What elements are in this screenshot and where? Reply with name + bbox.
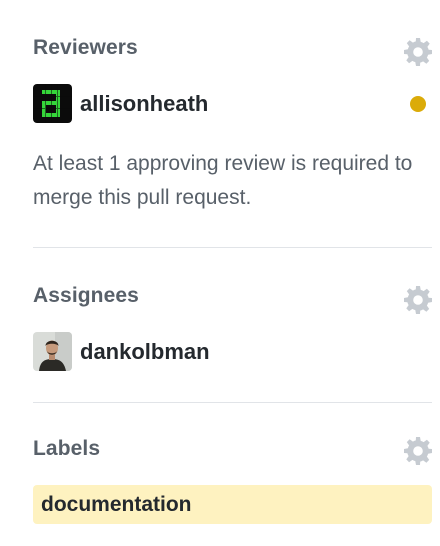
- reviewers-settings-gear-icon[interactable]: [402, 36, 434, 68]
- section-divider: [33, 247, 432, 248]
- pr-sidebar: Reviewers allisonheath At least 1 approv…: [0, 0, 440, 546]
- review-pending-status-dot: [410, 96, 426, 112]
- review-requirement-note: At least 1 approving review is required …: [33, 152, 413, 209]
- gear-icon: [404, 437, 432, 465]
- label-documentation[interactable]: documentation: [33, 485, 432, 524]
- assignees-header: Assignees: [33, 284, 139, 308]
- reviewers-header: Reviewers: [33, 36, 138, 60]
- reviewer-avatar[interactable]: [33, 84, 72, 123]
- labels-title: Labels: [33, 437, 101, 460]
- reviewer-username[interactable]: allisonheath: [80, 91, 208, 117]
- reviewer-row[interactable]: allisonheath: [33, 84, 208, 123]
- labels-header: Labels: [33, 437, 100, 461]
- labels-settings-gear-icon[interactable]: [402, 435, 434, 467]
- gear-icon: [404, 38, 432, 66]
- reviewers-title: Reviewers: [33, 36, 138, 59]
- gear-icon: [404, 286, 432, 314]
- assignees-title: Assignees: [33, 284, 139, 307]
- assignee-row[interactable]: dankolbman: [33, 332, 210, 371]
- assignee-username[interactable]: dankolbman: [80, 339, 210, 365]
- assignee-avatar[interactable]: [33, 332, 72, 371]
- assignees-settings-gear-icon[interactable]: [402, 284, 434, 316]
- section-divider: [33, 402, 432, 403]
